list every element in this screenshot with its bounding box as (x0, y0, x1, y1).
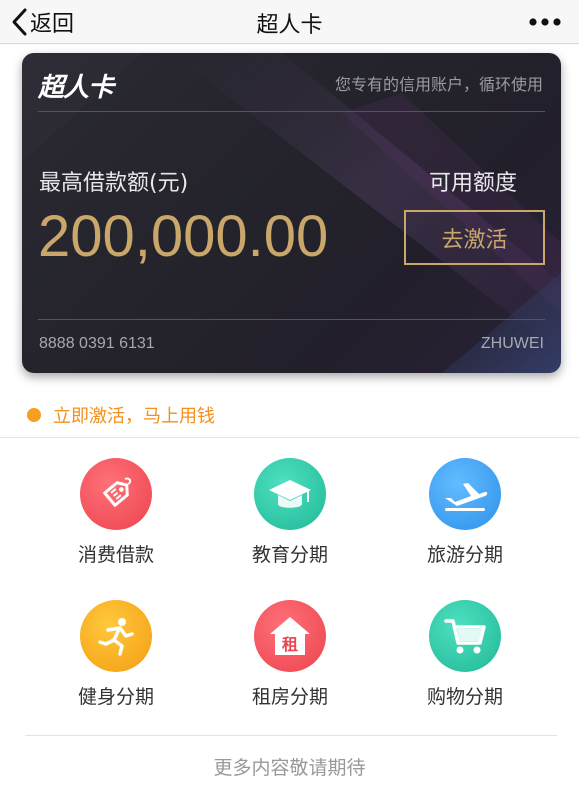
house-rent-icon: 租 (254, 600, 326, 672)
footer-divider (25, 735, 557, 736)
service-label: 购物分期 (426, 686, 503, 708)
service-item-fitness[interactable]: 健身分期 (41, 586, 191, 716)
credit-card: 超人卡 您专有的信用账户，循环使用 最高借款额(元) 200,000.00 可用… (22, 53, 561, 373)
card-divider (38, 319, 545, 320)
service-label: 教育分期 (251, 544, 328, 566)
card-divider (38, 111, 545, 112)
graduation-cap-icon (254, 458, 326, 530)
activate-button[interactable]: 去激活 (404, 210, 545, 265)
more-dots-icon (529, 18, 561, 26)
service-item-rental[interactable]: 租 租房分期 (215, 586, 365, 716)
service-item-education[interactable]: 教育分期 (215, 444, 365, 574)
main-content: 超人卡 您专有的信用账户，循环使用 最高借款额(元) 200,000.00 可用… (0, 45, 579, 802)
card-tagline: 您专有的信用账户，循环使用 (334, 75, 543, 94)
shopping-cart-icon (429, 600, 501, 672)
page-title: 超人卡 (256, 13, 323, 38)
running-person-icon (80, 600, 152, 672)
service-item-travel[interactable]: 旅游分期 (390, 444, 540, 574)
notice-dot-icon (27, 408, 41, 422)
available-credit-label: 可用额度 (429, 171, 518, 196)
service-label: 旅游分期 (426, 544, 503, 566)
notice-text: 立即激活，马上用钱 (53, 406, 215, 427)
more-button[interactable] (525, 6, 565, 38)
activate-notice[interactable]: 立即激活，马上用钱 (0, 393, 579, 437)
airplane-icon (429, 458, 501, 530)
svg-text:租: 租 (282, 635, 298, 654)
card-logo: 超人卡 (38, 73, 114, 103)
service-label: 消费借款 (77, 544, 154, 566)
price-tag-icon (80, 458, 152, 530)
coming-soon-text: 更多内容敬请期待 (213, 757, 366, 779)
nav-bar: 返回 超人卡 (0, 0, 579, 44)
card-holder-name: ZHUWEI (480, 335, 544, 352)
service-item-shopping[interactable]: 购物分期 (390, 586, 540, 716)
max-loan-label: 最高借款额(元) (39, 171, 189, 196)
service-label: 租房分期 (251, 686, 328, 708)
service-item-consumer-loan[interactable]: 消费借款 (41, 444, 191, 574)
service-label: 健身分期 (77, 686, 154, 708)
card-number: 8888 0391 6131 (39, 335, 155, 352)
max-loan-amount: 200,000.00 (38, 204, 329, 269)
service-grid: 消费借款 教育分期 旅游分期 健身分期 租 租房分期 购物分期 (0, 438, 579, 720)
